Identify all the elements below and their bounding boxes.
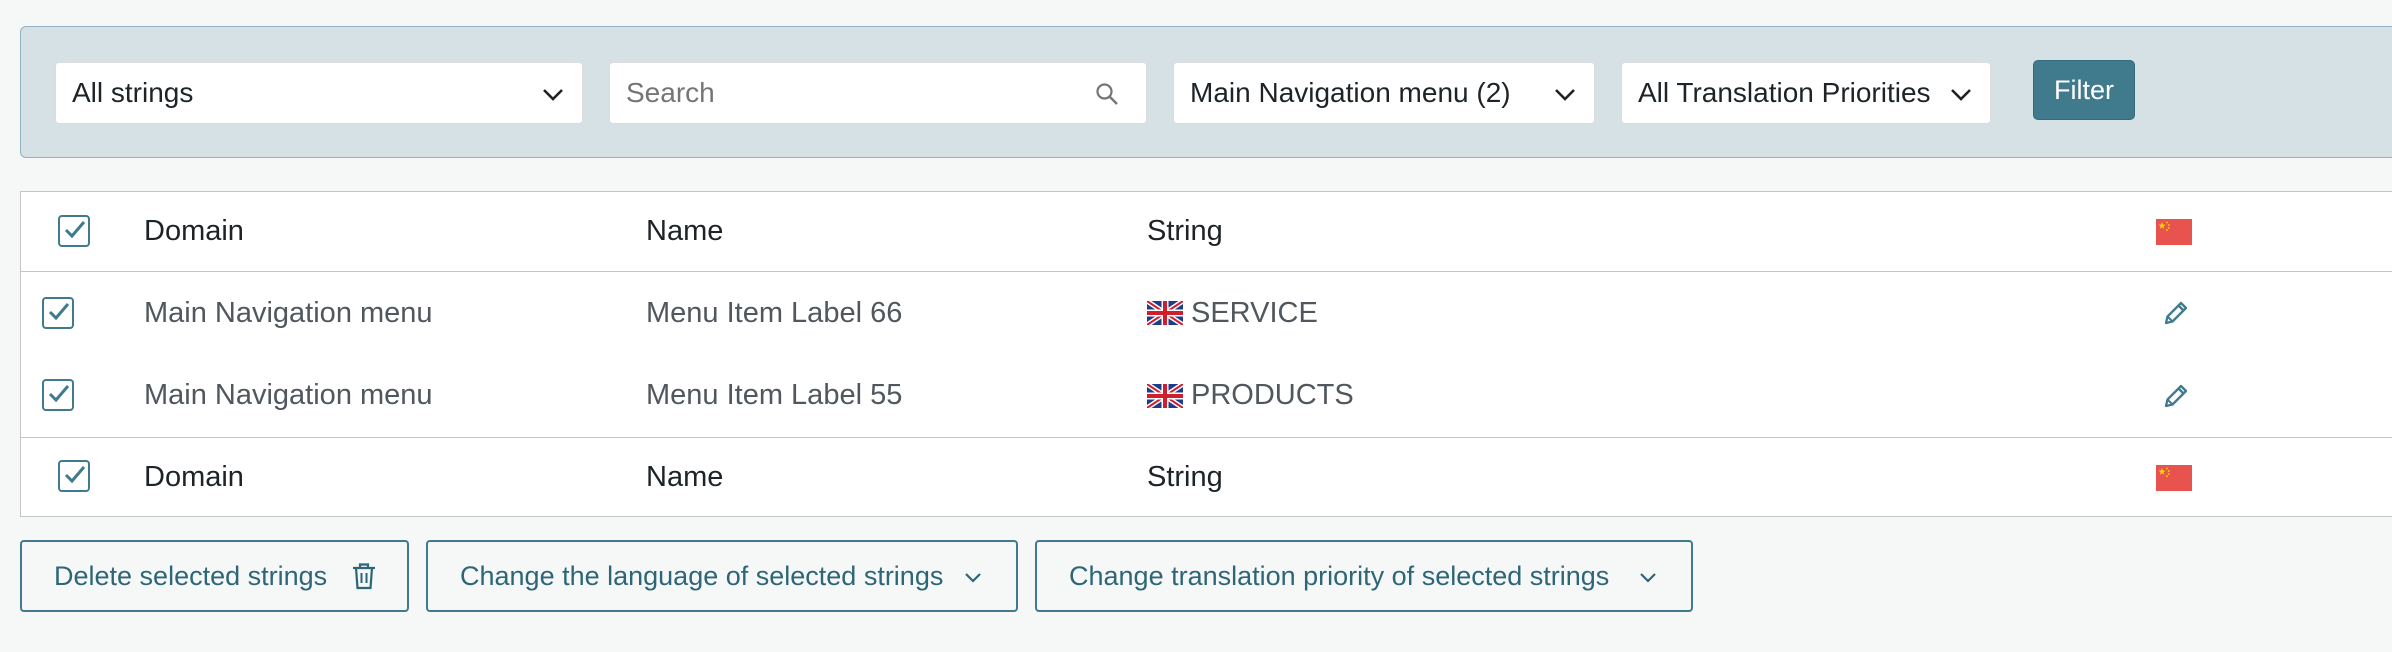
column-footer-string[interactable]: String: [1147, 438, 1223, 517]
domain-select-value: Main Navigation menu (2): [1190, 77, 1511, 108]
checkmark-icon: [64, 221, 86, 239]
domain-select[interactable]: Main Navigation menu (2): [1173, 62, 1595, 124]
column-header-domain[interactable]: Domain: [144, 192, 244, 271]
flag-china-icon: [2156, 218, 2192, 245]
chevron-down-icon: [1555, 89, 1575, 101]
table-row: Main Navigation menu Menu Item Label 66 …: [21, 272, 2392, 354]
row-domain: Main Navigation menu: [144, 296, 433, 329]
row-checkbox[interactable]: [42, 379, 74, 411]
column-header-string[interactable]: String: [1147, 192, 1223, 271]
change-language-button[interactable]: Change the language of selected strings: [426, 540, 1018, 612]
filter-button[interactable]: Filter: [2033, 60, 2135, 120]
pencil-icon: [2164, 301, 2188, 325]
row-string: PRODUCTS: [1147, 354, 1354, 437]
search-icon: [1096, 83, 1118, 105]
chevron-down-icon: [965, 573, 981, 583]
checkmark-icon: [64, 466, 86, 484]
column-footer-domain[interactable]: Domain: [144, 438, 244, 517]
change-language-label: Change the language of selected strings: [460, 560, 944, 591]
strings-type-select[interactable]: All strings: [55, 62, 583, 124]
select-all-checkbox[interactable]: [58, 215, 90, 247]
table-header-row: Domain Name String: [21, 192, 2392, 272]
translation-priority-select[interactable]: All Translation Priorities: [1621, 62, 1991, 124]
trash-icon: [353, 563, 375, 590]
column-footer-name[interactable]: Name: [646, 438, 723, 517]
flag-uk-icon: [1147, 383, 1183, 408]
delete-selected-strings-label: Delete selected strings: [54, 560, 328, 591]
flag-china-icon: [2156, 464, 2192, 491]
column-header-name[interactable]: Name: [646, 192, 723, 271]
chevron-down-icon: [1640, 573, 1656, 583]
select-all-checkbox[interactable]: [58, 460, 90, 492]
edit-translation-button[interactable]: [2159, 354, 2193, 437]
checkmark-icon: [48, 385, 70, 403]
strings-table: Domain Name String Main Navigation menu …: [20, 191, 2392, 517]
search-input[interactable]: Search: [609, 62, 1147, 124]
translation-priority-select-value: All Translation Priorities: [1638, 77, 1931, 108]
pencil-icon: [2164, 384, 2188, 407]
table-footer-row: Domain Name String: [21, 437, 2392, 517]
checkmark-icon: [48, 303, 70, 321]
search-placeholder: Search: [626, 77, 715, 108]
chevron-down-icon: [1951, 89, 1971, 101]
column-footer-language: [2156, 438, 2192, 517]
filter-bar: All strings Search Main Navigation menu …: [20, 26, 2392, 158]
row-string-text: PRODUCTS: [1191, 379, 1354, 411]
edit-translation-button[interactable]: [2159, 272, 2193, 354]
row-checkbox[interactable]: [42, 297, 74, 329]
table-row: Main Navigation menu Menu Item Label 55 …: [21, 354, 2392, 437]
change-translation-priority-label: Change translation priority of selected …: [1069, 560, 1610, 591]
delete-selected-strings-button[interactable]: Delete selected strings: [20, 540, 409, 612]
change-translation-priority-button[interactable]: Change translation priority of selected …: [1035, 540, 1693, 612]
row-string-text: SERVICE: [1191, 296, 1318, 329]
row-string: SERVICE: [1147, 272, 1318, 354]
strings-type-select-value: All strings: [72, 77, 194, 108]
column-header-language: [2156, 192, 2192, 271]
row-name: Menu Item Label 55: [646, 379, 903, 411]
row-name: Menu Item Label 66: [646, 296, 903, 329]
flag-uk-icon: [1147, 301, 1183, 325]
row-domain: Main Navigation menu: [144, 379, 433, 411]
chevron-down-icon: [543, 89, 563, 101]
